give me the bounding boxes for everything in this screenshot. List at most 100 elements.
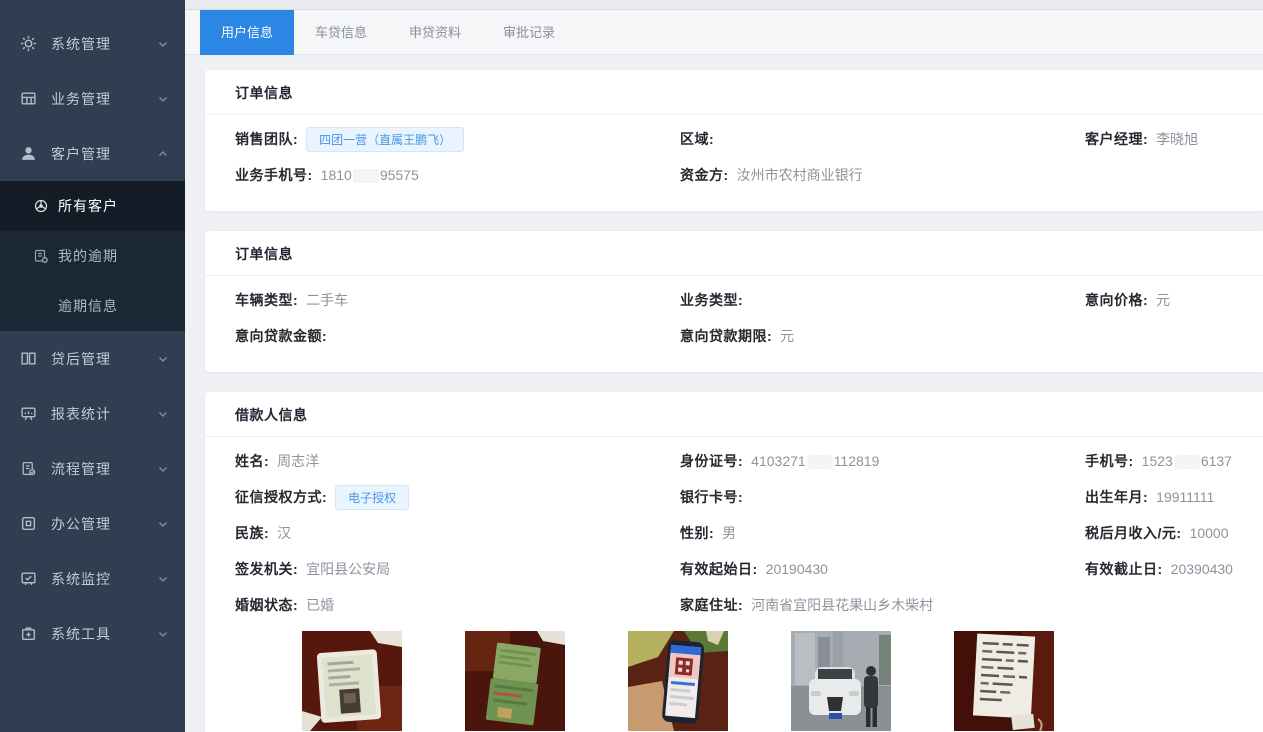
sidebar-item-label: 办公管理 (51, 514, 157, 534)
field-mobile: 手机号: 15236137 (1085, 443, 1233, 479)
sidebar-item-label: 业务管理 (51, 89, 157, 109)
tab-approval-records[interactable]: 审批记录 (482, 10, 576, 55)
field-label: 区域: (680, 129, 714, 149)
handwritten-doc-photo-thumbnail[interactable] (954, 631, 1054, 731)
field-business-phone: 业务手机号: 181095575 (235, 157, 680, 193)
field-value: 10000 (1190, 525, 1229, 541)
field-value: 宜阳县公安局 (306, 559, 390, 579)
field-value: 已婚 (306, 595, 334, 615)
card-body: 姓名: 周志洋 身份证号: 4103271112819 手机号: 1523613… (205, 437, 1263, 732)
field-intent-price: 意向价格: 元 (1085, 282, 1233, 318)
sidebar-item-label: 流程管理 (51, 459, 157, 479)
card-title: 借款人信息 (205, 392, 1263, 437)
field-value: 二手车 (306, 290, 348, 310)
sidebar-item-post-loan-management[interactable]: 贷后管理 (0, 331, 185, 386)
field-label: 身份证号: (680, 451, 743, 471)
field-label: 意向贷款期限: (680, 326, 772, 346)
card-body: 车辆类型: 二手车 业务类型: 意向价格: 元 意向贷款金额: (205, 276, 1263, 372)
order-info-card-1: 订单信息 销售团队: 四团一营（直属王鹏飞） 区域: 客户经理: 李晓旭 (205, 70, 1263, 211)
process-doc-icon (20, 460, 37, 477)
mobile-suffix: 6137 (1201, 453, 1232, 469)
card-title: 订单信息 (205, 231, 1263, 276)
field-value: 汝州市农村商业银行 (737, 165, 863, 185)
field-label: 销售团队: (235, 129, 298, 149)
monitor-check-icon (20, 570, 37, 587)
sidebar-item-my-overdue[interactable]: 我的逾期 (0, 231, 185, 281)
photo-id-card: 身份证 (302, 631, 402, 732)
field-value: 周志洋 (277, 451, 319, 471)
field-intent-loan-term: 意向贷款期限: 元 (680, 318, 1085, 354)
sidebar-item-label: 系统工具 (51, 624, 157, 644)
credit-auth-photo-thumbnail[interactable] (628, 631, 728, 731)
order-info-card-2: 订单信息 车辆类型: 二手车 业务类型: 意向价格: 元 (205, 231, 1263, 372)
field-empty (1085, 157, 1233, 193)
field-value: 男 (722, 523, 736, 543)
redacted-digits (353, 169, 379, 183)
field-label: 家庭住址: (680, 595, 743, 615)
borrower-info-card: 借款人信息 姓名: 周志洋 身份证号: 4103271112819 手机号: 1… (205, 392, 1263, 732)
sidebar-item-all-customers[interactable]: 所有客户 (0, 181, 185, 231)
toolbox-icon (20, 625, 37, 642)
field-label: 业务类型: (680, 290, 743, 310)
field-label: 税后月收入/元: (1085, 523, 1182, 543)
top-header-strip (185, 0, 1263, 10)
field-label: 性别: (680, 523, 714, 543)
field-monthly-income: 税后月收入/元: 10000 (1085, 515, 1233, 551)
redacted-digits (807, 455, 833, 469)
license-booklet-photo-thumbnail[interactable] (465, 631, 565, 731)
grid-icon (20, 90, 37, 107)
tab-loan-application-docs[interactable]: 申贷资料 (388, 10, 482, 55)
photo-person-with-car: 人车合影 (791, 631, 891, 732)
field-value: 19911111 (1156, 489, 1214, 505)
field-bank-card: 银行卡号: (680, 479, 1085, 515)
field-value: 元 (1156, 290, 1170, 310)
field-label: 资金方: (680, 165, 729, 185)
sidebar-item-process-management[interactable]: 流程管理 (0, 441, 185, 496)
sidebar-item-system-tools[interactable]: 系统工具 (0, 606, 185, 661)
tab-car-loan-info[interactable]: 车贷信息 (294, 10, 388, 55)
id-suffix: 112819 (834, 453, 880, 469)
field-gender: 性别: 男 (680, 515, 1085, 551)
field-marital-status: 婚姻状态: 已婚 (235, 587, 680, 623)
user-icon (20, 145, 37, 162)
sidebar-item-office-management[interactable]: 办公管理 (0, 496, 185, 551)
id-prefix: 4103271 (751, 453, 806, 469)
field-label: 签发机关: (235, 559, 298, 579)
phone-suffix: 95575 (380, 167, 419, 183)
open-book-icon (20, 350, 37, 367)
card-title: 订单信息 (205, 70, 1263, 115)
field-label: 民族: (235, 523, 269, 543)
sidebar-item-label: 客户管理 (51, 144, 157, 164)
chevron-down-icon (157, 463, 169, 475)
sidebar-item-system-management[interactable]: 系统管理 (0, 16, 185, 71)
wheel-icon (33, 198, 49, 214)
field-label: 出生年月: (1085, 487, 1148, 507)
field-value: 元 (780, 326, 794, 346)
field-valid-from: 有效起始日: 20190430 (680, 551, 1085, 587)
credit-auth-tag[interactable]: 电子授权 (335, 485, 409, 510)
sidebar-item-business-management[interactable]: 业务管理 (0, 71, 185, 126)
tab-user-info[interactable]: 用户信息 (200, 10, 294, 55)
field-label: 有效截止日: (1085, 559, 1163, 579)
field-ethnicity: 民族: 汉 (235, 515, 680, 551)
sidebar-item-customer-management[interactable]: 客户管理 (0, 126, 185, 181)
chevron-down-icon (157, 93, 169, 105)
person-car-photo-thumbnail[interactable] (791, 631, 891, 731)
id-card-photo-thumbnail[interactable] (302, 631, 402, 731)
sidebar-item-label: 逾期信息 (58, 296, 118, 316)
sidebar-item-report-statistics[interactable]: 报表统计 (0, 386, 185, 441)
content-scroll-area[interactable]: 订单信息 销售团队: 四团一营（直属王鹏飞） 区域: 客户经理: 李晓旭 (185, 55, 1263, 732)
sidebar-item-system-monitor[interactable]: 系统监控 (0, 551, 185, 606)
field-name: 姓名: 周志洋 (235, 443, 680, 479)
chevron-down-icon (157, 518, 169, 530)
report-monitor-icon (20, 405, 37, 422)
sidebar-item-overdue-info[interactable]: 逾期信息 (0, 281, 185, 331)
field-value: 1523 6137 (1142, 453, 1232, 469)
card-body: 销售团队: 四团一营（直属王鹏飞） 区域: 客户经理: 李晓旭 业务手机号: (205, 115, 1263, 211)
mobile-prefix: 1523 (1142, 453, 1173, 469)
field-value: 河南省宜阳县花果山乡木柴村 (751, 595, 933, 615)
field-value: 20190430 (766, 561, 828, 577)
sales-team-tag[interactable]: 四团一营（直属王鹏飞） (306, 127, 464, 152)
chevron-down-icon (157, 628, 169, 640)
sidebar-item-label: 我的逾期 (58, 246, 118, 266)
